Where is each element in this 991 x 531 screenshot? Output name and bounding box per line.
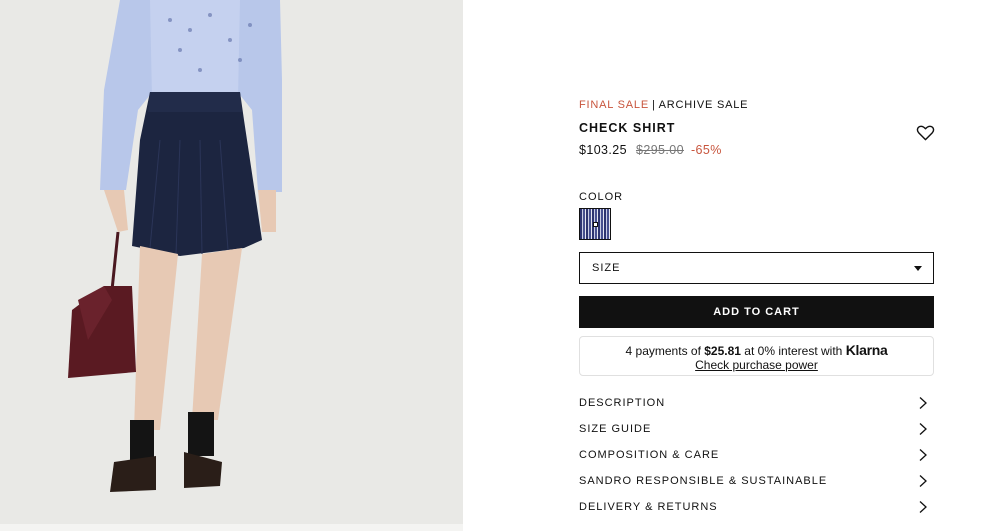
sale-tags: FINAL SALE | ARCHIVE SALE (579, 99, 748, 111)
final-sale-tag: FINAL SALE (579, 99, 649, 111)
chevron-right-icon (919, 423, 927, 435)
accordion-label: SIZE GUIDE (579, 423, 652, 435)
accordion-delivery-returns[interactable]: DELIVERY & RETURNS (579, 494, 934, 520)
klarna-banner: 4 payments of $25.81 at 0% interest with… (579, 336, 934, 376)
product-title: CHECK SHIRT (579, 121, 676, 135)
klarna-logo: Klarna (845, 342, 888, 358)
accordion-label: DELIVERY & RETURNS (579, 501, 718, 513)
accordion-label: SANDRO RESPONSIBLE & SUSTAINABLE (579, 475, 828, 487)
check-purchase-power-link[interactable]: Check purchase power (695, 358, 818, 372)
heart-icon[interactable] (916, 123, 935, 142)
caret-down-icon (914, 266, 922, 271)
accordion-size-guide[interactable]: SIZE GUIDE (579, 416, 934, 442)
klarna-link-row: Check purchase power (580, 358, 933, 372)
add-to-cart-button[interactable]: ADD TO CART (579, 296, 934, 328)
discount-badge: -65% (690, 143, 722, 157)
klarna-prefix: 4 payments of (625, 344, 701, 358)
archive-sale-tag: ARCHIVE SALE (658, 99, 749, 111)
chevron-right-icon (919, 449, 927, 461)
accordion-label: DESCRIPTION (579, 397, 666, 409)
accordion-composition-care[interactable]: COMPOSITION & CARE (579, 442, 934, 468)
original-price: $295.00 (635, 143, 684, 157)
thumbnail-strip (0, 524, 463, 531)
accordion-label: COMPOSITION & CARE (579, 449, 720, 461)
model-photo (0, 0, 463, 531)
size-dropdown[interactable]: SIZE (579, 252, 934, 284)
klarna-suffix: at 0% interest with (744, 344, 843, 358)
selected-indicator (593, 222, 598, 227)
chevron-right-icon (919, 397, 927, 409)
product-image[interactable] (0, 0, 463, 531)
tag-separator: | (651, 99, 656, 111)
klarna-amount: $25.81 (704, 344, 741, 358)
accordion-responsible-sustainable[interactable]: SANDRO RESPONSIBLE & SUSTAINABLE (579, 468, 934, 494)
price-row: $103.25 $295.00 -65% (579, 143, 722, 157)
current-price: $103.25 (579, 143, 627, 157)
size-dropdown-label: SIZE (592, 262, 621, 274)
product-accordion: DESCRIPTION SIZE GUIDE COMPOSITION & CAR… (579, 390, 934, 520)
chevron-right-icon (919, 501, 927, 513)
chevron-right-icon (919, 475, 927, 487)
klarna-payment-text: 4 payments of $25.81 at 0% interest with… (580, 342, 933, 358)
color-swatch-blue-stripe[interactable] (579, 208, 611, 240)
accordion-description[interactable]: DESCRIPTION (579, 390, 934, 416)
color-label: COLOR (579, 191, 624, 203)
